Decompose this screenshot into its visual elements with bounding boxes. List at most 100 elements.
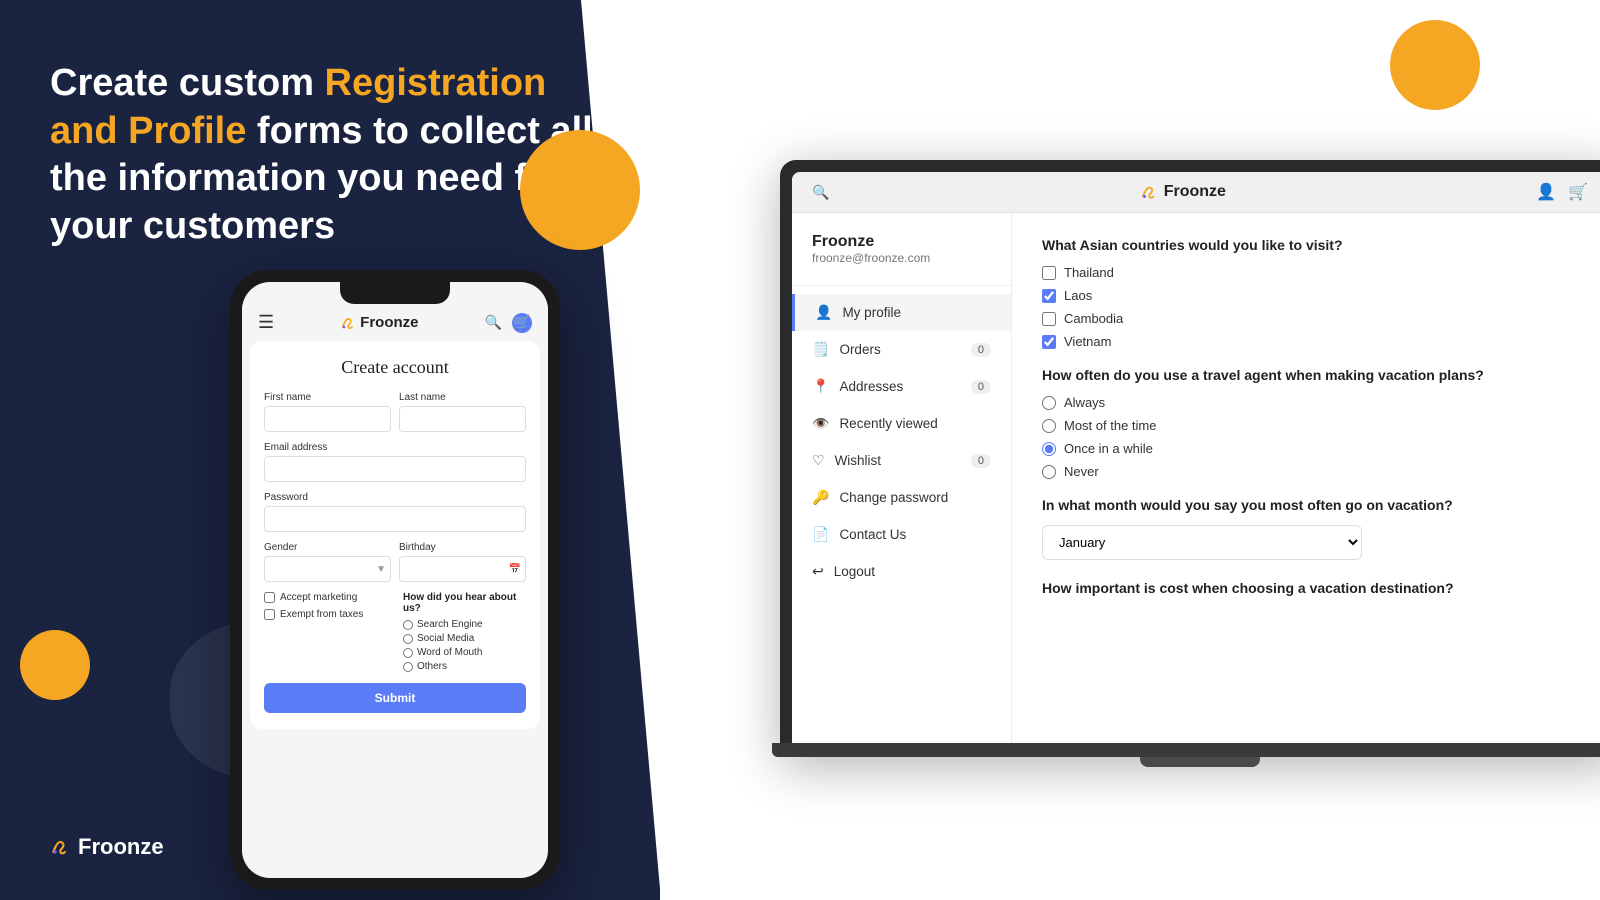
sidebar-item-change-password[interactable]: 🔑 Change password — [792, 479, 1011, 516]
email-input[interactable] — [264, 456, 526, 482]
last-name-input[interactable] — [399, 406, 526, 432]
wishlist-badge: 0 — [971, 454, 991, 468]
password-input[interactable] — [264, 506, 526, 532]
name-row: First name Last name — [264, 392, 526, 432]
most-time-radio[interactable] — [1042, 419, 1056, 433]
first-name-input[interactable] — [264, 406, 391, 432]
sidebar-item-left-recently-viewed: 👁️ Recently viewed — [812, 415, 938, 432]
password-group: Password — [264, 492, 526, 532]
thailand-label: Thailand — [1064, 265, 1114, 280]
sidebar-label-contact-us: Contact Us — [839, 527, 906, 542]
sidebar-item-left-profile: 👤 My profile — [815, 304, 901, 321]
sidebar-item-orders[interactable]: 🗒️ Orders 0 — [792, 331, 1011, 368]
profile-q1: What Asian countries would you like to v… — [1042, 237, 1578, 253]
most-time-label: Most of the time — [1064, 418, 1156, 433]
exempt-taxes-label: Exempt from taxes — [280, 609, 363, 620]
option-others: Others — [403, 661, 526, 672]
phone-icons: 🔍 🛒 — [485, 313, 532, 333]
orders-badge: 0 — [971, 343, 991, 357]
others-label: Others — [417, 661, 447, 672]
sidebar-item-wishlist[interactable]: ♡ Wishlist 0 — [792, 442, 1011, 479]
sidebar-item-left-logout: ↩ Logout — [812, 563, 875, 580]
laptop-main: What Asian countries would you like to v… — [1012, 213, 1600, 743]
laos-checkbox[interactable] — [1042, 289, 1056, 303]
phone-search-icon[interactable]: 🔍 — [485, 314, 502, 331]
laptop-screen-inner: 🔍 Froonze 👤 🛒 — [792, 172, 1600, 743]
search-engine-label: Search Engine — [417, 619, 483, 630]
sidebar-item-left-orders: 🗒️ Orders — [812, 341, 881, 358]
month-select[interactable]: January February March April May June Ju… — [1042, 525, 1362, 560]
cart-icon[interactable]: 🛒 — [1568, 182, 1588, 202]
phone-mockup: ☰ Froonze 🔍 🛒 Create account — [230, 270, 560, 890]
accept-marketing-checkbox[interactable] — [264, 592, 275, 603]
sidebar-item-addresses[interactable]: 📍 Addresses 0 — [792, 368, 1011, 405]
cambodia-label: Cambodia — [1064, 311, 1123, 326]
never-radio[interactable] — [1042, 465, 1056, 479]
first-name-group: First name — [264, 392, 391, 432]
addresses-badge: 0 — [971, 380, 991, 394]
phone-form-area: Create account First name Last name Emai… — [250, 341, 540, 729]
sidebar-label-recently-viewed: Recently viewed — [839, 416, 937, 431]
exempt-taxes-checkbox[interactable] — [264, 609, 275, 620]
last-name-label: Last name — [399, 392, 526, 403]
heart-icon: ♡ — [812, 452, 825, 469]
profile-q2: How often do you use a travel agent when… — [1042, 367, 1578, 383]
cambodia-checkbox[interactable] — [1042, 312, 1056, 326]
user-icon[interactable]: 👤 — [1536, 182, 1556, 202]
country-cambodia: Cambodia — [1042, 311, 1578, 326]
word-of-mouth-label: Word of Mouth — [417, 647, 482, 658]
word-of-mouth-radio[interactable] — [403, 648, 413, 658]
first-name-label: First name — [264, 392, 391, 403]
hamburger-icon[interactable]: ☰ — [258, 312, 274, 333]
laptop-stand — [1140, 757, 1260, 767]
logout-icon: ↩ — [812, 563, 824, 580]
phone-cart-icon[interactable]: 🛒 — [512, 313, 532, 333]
key-icon: 🔑 — [812, 489, 829, 506]
decorative-circle-top-right — [1390, 20, 1480, 110]
laos-label: Laos — [1064, 288, 1092, 303]
birthday-label: Birthday — [399, 542, 526, 553]
travel-most-of-the-time: Most of the time — [1042, 418, 1578, 433]
headline-part1: Create custom — [50, 62, 325, 104]
accept-marketing-label: Accept marketing — [280, 592, 357, 603]
orders-icon: 🗒️ — [812, 341, 829, 358]
laptop-mockup: 🔍 Froonze 👤 🛒 — [780, 160, 1600, 767]
email-label: Email address — [264, 442, 526, 453]
laptop-logo: Froonze — [1140, 183, 1226, 201]
main-layout: Create custom Registration and Profile f… — [0, 0, 1600, 900]
laptop-browser-right: 👤 🛒 — [1536, 182, 1588, 202]
sidebar-label-my-profile: My profile — [842, 305, 901, 320]
sidebar-item-my-profile[interactable]: 👤 My profile — [792, 294, 1011, 331]
search-engine-radio[interactable] — [403, 620, 413, 630]
country-laos: Laos — [1042, 288, 1578, 303]
phone-notch — [340, 282, 450, 304]
option-search-engine: Search Engine — [403, 619, 526, 630]
browser-search-icon[interactable]: 🔍 — [812, 184, 829, 201]
phone-froonze-icon — [340, 315, 356, 331]
social-media-radio[interactable] — [403, 634, 413, 644]
sidebar-item-recently-viewed[interactable]: 👁️ Recently viewed — [792, 405, 1011, 442]
submit-button[interactable]: Submit — [264, 683, 526, 713]
laptop-base — [772, 743, 1600, 757]
sidebar-item-left-change-password: 🔑 Change password — [812, 489, 948, 506]
laptop-logo-text: Froonze — [1164, 183, 1226, 201]
always-radio[interactable] — [1042, 396, 1056, 410]
froonze-logo-text-bottom: Froonze — [78, 834, 164, 860]
option-social-media: Social Media — [403, 633, 526, 644]
vietnam-checkbox[interactable] — [1042, 335, 1056, 349]
phone-screen: ☰ Froonze 🔍 🛒 Create account — [242, 282, 548, 878]
social-media-label: Social Media — [417, 633, 474, 644]
always-label: Always — [1064, 395, 1105, 410]
sidebar-item-left-wishlist: ♡ Wishlist — [812, 452, 881, 469]
sidebar-item-contact-us[interactable]: 📄 Contact Us — [792, 516, 1011, 553]
sidebar-item-logout[interactable]: ↩ Logout — [792, 553, 1011, 590]
thailand-checkbox[interactable] — [1042, 266, 1056, 280]
sidebar-label-orders: Orders — [839, 342, 880, 357]
birthday-input[interactable]: 📅 — [399, 556, 526, 582]
gender-select[interactable]: ▼ — [264, 556, 391, 582]
sidebar-label-wishlist: Wishlist — [835, 453, 882, 468]
how-hear-title: How did you hear about us? — [403, 592, 526, 614]
once-radio[interactable] — [1042, 442, 1056, 456]
others-radio[interactable] — [403, 662, 413, 672]
decorative-circle-left — [20, 630, 90, 700]
